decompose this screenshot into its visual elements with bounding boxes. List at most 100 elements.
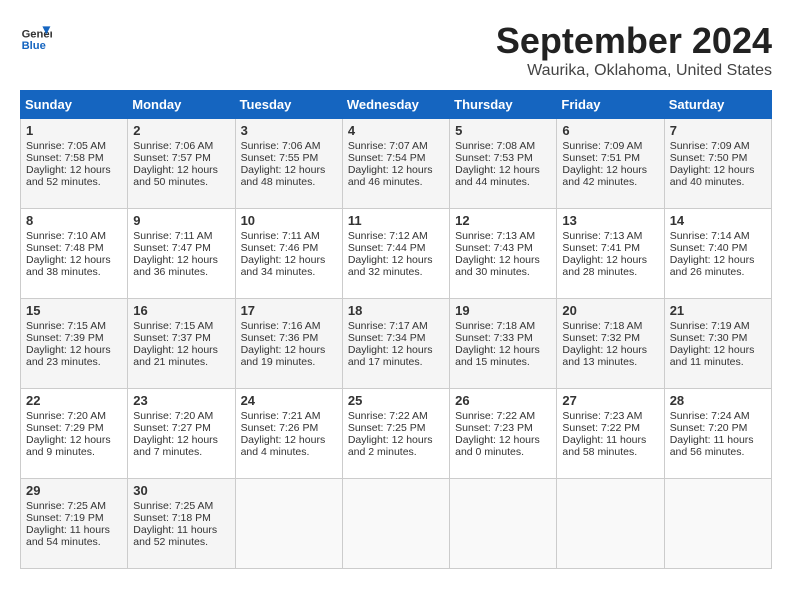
sunset: Sunset: 7:33 PM: [455, 332, 533, 344]
day-number: 7: [670, 123, 766, 138]
calendar-week-3: 15Sunrise: 7:15 AMSunset: 7:39 PMDayligh…: [21, 299, 772, 389]
month-title: September 2024: [496, 20, 772, 62]
daylight: Daylight: 12 hours and 32 minutes.: [348, 254, 433, 278]
calendar-cell: [235, 479, 342, 569]
calendar-cell: [450, 479, 557, 569]
calendar-cell: 9Sunrise: 7:11 AMSunset: 7:47 PMDaylight…: [128, 209, 235, 299]
day-number: 19: [455, 303, 551, 318]
daylight: Daylight: 12 hours and 40 minutes.: [670, 164, 755, 188]
sunrise: Sunrise: 7:15 AM: [133, 320, 213, 332]
calendar-cell: 18Sunrise: 7:17 AMSunset: 7:34 PMDayligh…: [342, 299, 449, 389]
day-header-wednesday: Wednesday: [342, 91, 449, 119]
day-number: 15: [26, 303, 122, 318]
daylight: Daylight: 12 hours and 19 minutes.: [241, 344, 326, 368]
sunset: Sunset: 7:41 PM: [562, 242, 640, 254]
day-number: 21: [670, 303, 766, 318]
daylight: Daylight: 12 hours and 21 minutes.: [133, 344, 218, 368]
day-header-friday: Friday: [557, 91, 664, 119]
calendar-cell: 26Sunrise: 7:22 AMSunset: 7:23 PMDayligh…: [450, 389, 557, 479]
daylight: Daylight: 12 hours and 34 minutes.: [241, 254, 326, 278]
day-number: 14: [670, 213, 766, 228]
calendar-cell: 8Sunrise: 7:10 AMSunset: 7:48 PMDaylight…: [21, 209, 128, 299]
calendar-cell: 17Sunrise: 7:16 AMSunset: 7:36 PMDayligh…: [235, 299, 342, 389]
sunrise: Sunrise: 7:17 AM: [348, 320, 428, 332]
daylight: Daylight: 12 hours and 42 minutes.: [562, 164, 647, 188]
sunset: Sunset: 7:37 PM: [133, 332, 211, 344]
daylight: Daylight: 12 hours and 36 minutes.: [133, 254, 218, 278]
calendar-cell: 20Sunrise: 7:18 AMSunset: 7:32 PMDayligh…: [557, 299, 664, 389]
sunrise: Sunrise: 7:13 AM: [562, 230, 642, 242]
calendar-cell: 4Sunrise: 7:07 AMSunset: 7:54 PMDaylight…: [342, 119, 449, 209]
sunset: Sunset: 7:29 PM: [26, 422, 104, 434]
daylight: Daylight: 12 hours and 15 minutes.: [455, 344, 540, 368]
day-number: 9: [133, 213, 229, 228]
sunset: Sunset: 7:44 PM: [348, 242, 426, 254]
daylight: Daylight: 12 hours and 17 minutes.: [348, 344, 433, 368]
daylight: Daylight: 12 hours and 30 minutes.: [455, 254, 540, 278]
sunset: Sunset: 7:36 PM: [241, 332, 319, 344]
day-header-tuesday: Tuesday: [235, 91, 342, 119]
sunrise: Sunrise: 7:11 AM: [241, 230, 320, 242]
daylight: Daylight: 12 hours and 50 minutes.: [133, 164, 218, 188]
page-header: General Blue September 2024 Waurika, Okl…: [20, 20, 772, 80]
sunrise: Sunrise: 7:20 AM: [133, 410, 213, 422]
calendar-cell: 19 Sunrise: 7:18 AMSunset: 7:33 PMDayligh…: [450, 299, 557, 389]
calendar-cell: 2Sunrise: 7:06 AMSunset: 7:57 PMDaylight…: [128, 119, 235, 209]
calendar-cell: 30Sunrise: 7:25 AMSunset: 7:18 PMDayligh…: [128, 479, 235, 569]
sunrise: Sunrise: 7:08 AM: [455, 140, 535, 152]
sunrise: Sunrise: 7:18 AM: [455, 320, 535, 332]
day-number: 16: [133, 303, 229, 318]
calendar-cell: 28Sunrise: 7:24 AMSunset: 7:20 PMDayligh…: [664, 389, 771, 479]
sunset: Sunset: 7:26 PM: [241, 422, 319, 434]
day-header-monday: Monday: [128, 91, 235, 119]
sunset: Sunset: 7:47 PM: [133, 242, 211, 254]
daylight: Daylight: 12 hours and 48 minutes.: [241, 164, 326, 188]
calendar-cell: 3Sunrise: 7:06 AMSunset: 7:55 PMDaylight…: [235, 119, 342, 209]
day-header-sunday: Sunday: [21, 91, 128, 119]
sunset: Sunset: 7:34 PM: [348, 332, 426, 344]
sunrise: Sunrise: 7:13 AM: [455, 230, 535, 242]
day-number: 8: [26, 213, 122, 228]
sunset: Sunset: 7:51 PM: [562, 152, 640, 164]
sunset: Sunset: 7:20 PM: [670, 422, 748, 434]
sunset: Sunset: 7:58 PM: [26, 152, 104, 164]
sunrise: Sunrise: 7:09 AM: [562, 140, 642, 152]
sunrise: Sunrise: 7:14 AM: [670, 230, 750, 242]
sunrise: Sunrise: 7:23 AM: [562, 410, 642, 422]
day-number: 17: [241, 303, 337, 318]
daylight: Daylight: 12 hours and 44 minutes.: [455, 164, 540, 188]
sunrise: Sunrise: 7:09 AM: [670, 140, 750, 152]
calendar-cell: 1Sunrise: 7:05 AMSunset: 7:58 PMDaylight…: [21, 119, 128, 209]
calendar-cell: 24Sunrise: 7:21 AMSunset: 7:26 PMDayligh…: [235, 389, 342, 479]
daylight: Daylight: 12 hours and 13 minutes.: [562, 344, 647, 368]
sunrise: Sunrise: 7:15 AM: [26, 320, 106, 332]
sunrise: Sunrise: 7:22 AM: [455, 410, 535, 422]
sunset: Sunset: 7:30 PM: [670, 332, 748, 344]
calendar-cell: 12Sunrise: 7:13 AMSunset: 7:43 PMDayligh…: [450, 209, 557, 299]
calendar-week-1: 1Sunrise: 7:05 AMSunset: 7:58 PMDaylight…: [21, 119, 772, 209]
location: Waurika, Oklahoma, United States: [496, 62, 772, 80]
header-row: SundayMondayTuesdayWednesdayThursdayFrid…: [21, 91, 772, 119]
sunrise: Sunrise: 7:12 AM: [348, 230, 428, 242]
calendar-cell: 13Sunrise: 7:13 AMSunset: 7:41 PMDayligh…: [557, 209, 664, 299]
title-block: September 2024 Waurika, Oklahoma, United…: [496, 20, 772, 80]
day-number: 11: [348, 213, 444, 228]
sunset: Sunset: 7:54 PM: [348, 152, 426, 164]
sunset: Sunset: 7:57 PM: [133, 152, 211, 164]
sunrise: Sunrise: 7:06 AM: [241, 140, 321, 152]
logo: General Blue: [20, 20, 52, 52]
calendar-cell: 14Sunrise: 7:14 AMSunset: 7:40 PMDayligh…: [664, 209, 771, 299]
day-header-thursday: Thursday: [450, 91, 557, 119]
day-header-saturday: Saturday: [664, 91, 771, 119]
sunset: Sunset: 7:22 PM: [562, 422, 640, 434]
sunrise: Sunrise: 7:10 AM: [26, 230, 106, 242]
day-number: 26: [455, 393, 551, 408]
daylight: Daylight: 12 hours and 11 minutes.: [670, 344, 755, 368]
day-number: 13: [562, 213, 658, 228]
daylight: Daylight: 12 hours and 38 minutes.: [26, 254, 111, 278]
sunrise: Sunrise: 7:07 AM: [348, 140, 428, 152]
calendar-cell: [342, 479, 449, 569]
calendar-table: SundayMondayTuesdayWednesdayThursdayFrid…: [20, 90, 772, 569]
sunrise: Sunrise: 7:18 AM: [562, 320, 642, 332]
calendar-week-4: 22Sunrise: 7:20 AMSunset: 7:29 PMDayligh…: [21, 389, 772, 479]
